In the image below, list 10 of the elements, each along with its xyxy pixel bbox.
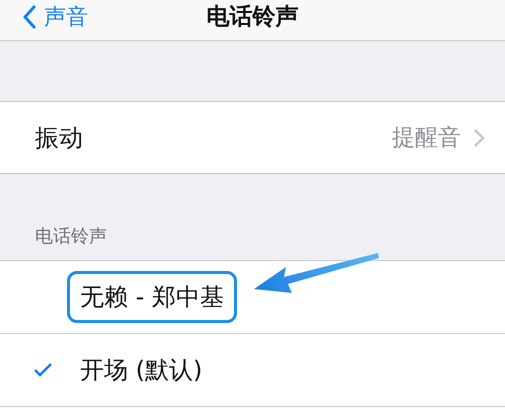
ringtone-row[interactable]: 开场 (默认) (0, 334, 505, 407)
back-button[interactable]: 声音 (22, 0, 88, 34)
ringtone-label: 开场 (默认) (79, 355, 204, 386)
chevron-icon (473, 128, 485, 148)
row-value: 提醒音 (392, 124, 461, 153)
row-label: 振动 (35, 122, 84, 154)
screen-title: 电话铃声 (206, 3, 298, 32)
back-chevron-icon (22, 5, 36, 29)
highlighted-ringtone-label: 无赖 - 郑中基 (67, 271, 237, 323)
section-header: 电话铃声 (35, 225, 107, 248)
